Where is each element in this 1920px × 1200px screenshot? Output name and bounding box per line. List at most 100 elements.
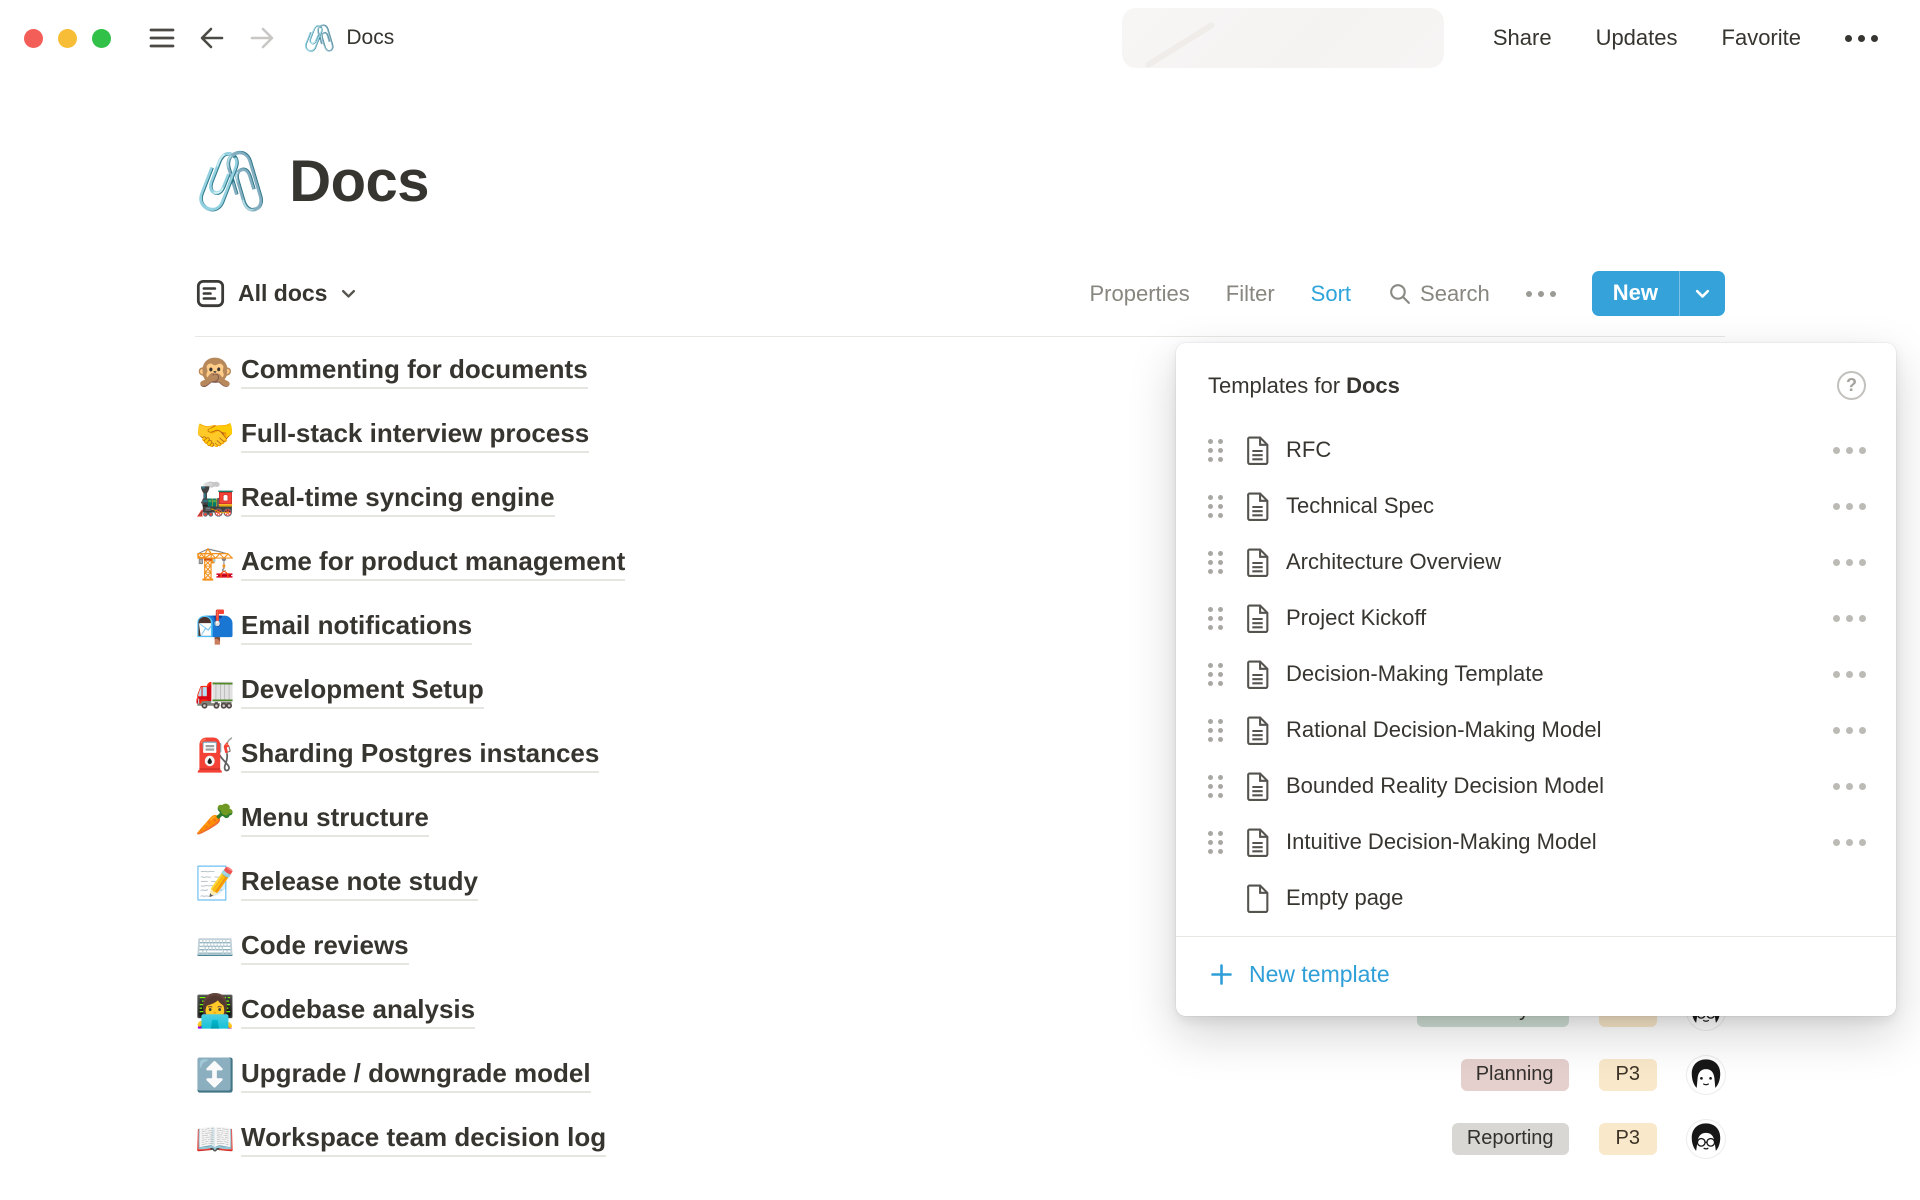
doc-row[interactable]: 📖 Workspace team decision log Reporting … [195,1107,1725,1171]
zoom-window-button[interactable] [92,29,111,48]
template-name: Empty page [1286,885,1403,911]
template-item[interactable]: Decision-Making Template [1176,646,1896,702]
help-icon[interactable]: ? [1837,371,1866,400]
doc-emoji-icon: 🚂 [195,483,241,515]
doc-title[interactable]: Real-time syncing engine [241,482,555,517]
drag-handle-icon[interactable] [1208,831,1223,854]
drag-handle-icon[interactable] [1208,663,1223,686]
minimize-window-button[interactable] [58,29,77,48]
template-more-icon[interactable] [1833,783,1866,790]
faded-artifact [1122,8,1444,68]
document-icon [1245,828,1270,857]
document-icon [1245,716,1270,745]
template-name: Technical Spec [1286,493,1434,519]
template-item[interactable]: Architecture Overview [1176,534,1896,590]
topbar-actions: Share Updates Favorite [1493,25,1878,51]
template-item[interactable]: Technical Spec [1176,478,1896,534]
doc-emoji-icon: ⛽ [195,739,241,771]
doc-title[interactable]: Commenting for documents [241,354,588,389]
view-label: All docs [238,280,327,307]
more-icon[interactable] [1845,35,1878,42]
template-more-icon[interactable] [1833,727,1866,734]
toolbar-divider [195,336,1725,337]
template-item[interactable]: Rational Decision-Making Model [1176,702,1896,758]
template-more-icon[interactable] [1833,839,1866,846]
drag-handle-icon[interactable] [1208,607,1223,630]
updates-button[interactable]: Updates [1596,25,1678,51]
doc-row[interactable]: ↕️ Upgrade / downgrade model Planning P3 [195,1043,1725,1107]
doc-title[interactable]: Acme for product management [241,546,625,581]
toolbar-more-icon[interactable] [1526,291,1556,297]
template-more-icon[interactable] [1833,671,1866,678]
doc-title[interactable]: Code reviews [241,930,409,965]
doc-title[interactable]: Email notifications [241,610,472,645]
drag-handle-icon[interactable] [1208,775,1223,798]
close-window-button[interactable] [24,29,43,48]
document-icon [1245,772,1270,801]
template-name: Decision-Making Template [1286,661,1544,687]
template-name: Intuitive Decision-Making Model [1286,829,1597,855]
template-more-icon[interactable] [1833,503,1866,510]
drag-handle-icon[interactable] [1208,719,1223,742]
doc-title[interactable]: Codebase analysis [241,994,475,1029]
doc-title[interactable]: Full-stack interview process [241,418,589,453]
template-name: Architecture Overview [1286,549,1501,575]
doc-title[interactable]: Development Setup [241,674,484,709]
document-icon [1245,604,1270,633]
doc-emoji-icon: 📬 [195,611,241,643]
doc-emoji-icon: 🥕 [195,803,241,835]
new-template-button[interactable]: New template [1176,937,1422,1016]
template-name: RFC [1286,437,1331,463]
drag-handle-icon[interactable] [1208,439,1223,462]
search-button[interactable]: Search [1387,281,1490,307]
template-more-icon[interactable] [1833,559,1866,566]
sort-button[interactable]: Sort [1311,281,1351,307]
avatar[interactable] [1687,1056,1725,1094]
paperclip-page-icon[interactable]: 🖇️ [195,153,267,211]
doc-title[interactable]: Menu structure [241,802,429,837]
tag-badge[interactable]: Planning [1461,1059,1569,1091]
new-button[interactable]: New [1592,271,1679,316]
doc-title[interactable]: Upgrade / downgrade model [241,1058,591,1093]
templates-panel-title: Templates forDocs [1208,373,1400,399]
doc-title[interactable]: Workspace team decision log [241,1122,606,1157]
favorite-button[interactable]: Favorite [1722,25,1801,51]
template-name: Rational Decision-Making Model [1286,717,1601,743]
doc-title[interactable]: Release note study [241,866,478,901]
template-item[interactable]: Project Kickoff [1176,590,1896,646]
share-button[interactable]: Share [1493,25,1552,51]
topbar: 🖇️ Docs Share Updates Favorite [0,0,1920,76]
forward-icon[interactable] [247,23,277,53]
sidebar-toggle-icon[interactable] [147,25,177,51]
doc-title[interactable]: Sharding Postgres instances [241,738,599,773]
view-switcher[interactable]: All docs [195,278,358,309]
empty-page-item[interactable]: Empty page [1176,870,1896,926]
new-dropdown-chevron-icon[interactable] [1679,271,1725,316]
doc-list-icon [195,278,226,309]
doc-emoji-icon: 👩‍💻 [195,995,241,1027]
template-item[interactable]: Intuitive Decision-Making Model [1176,814,1896,870]
doc-emoji-icon: 🚛 [195,675,241,707]
search-label: Search [1420,281,1490,307]
templates-panel-header: Templates forDocs ? [1176,343,1896,422]
doc-emoji-icon: 📖 [195,1123,241,1155]
template-item[interactable]: RFC [1176,422,1896,478]
priority-badge[interactable]: P3 [1599,1123,1657,1155]
filter-button[interactable]: Filter [1226,281,1275,307]
template-more-icon[interactable] [1833,615,1866,622]
properties-button[interactable]: Properties [1090,281,1190,307]
breadcrumb-title: Docs [346,26,394,50]
drag-handle-icon[interactable] [1208,495,1223,518]
document-icon [1245,660,1270,689]
template-more-icon[interactable] [1833,447,1866,454]
tag-badge[interactable]: Reporting [1452,1123,1569,1155]
drag-handle-icon[interactable] [1208,551,1223,574]
breadcrumb: 🖇️ Docs [303,25,394,51]
priority-badge[interactable]: P3 [1599,1059,1657,1091]
doc-emoji-icon: 📝 [195,867,241,899]
page-title[interactable]: Docs [289,148,429,215]
template-item[interactable]: Bounded Reality Decision Model [1176,758,1896,814]
new-template-label: New template [1249,961,1390,988]
back-icon[interactable] [197,23,227,53]
avatar[interactable] [1687,1120,1725,1158]
